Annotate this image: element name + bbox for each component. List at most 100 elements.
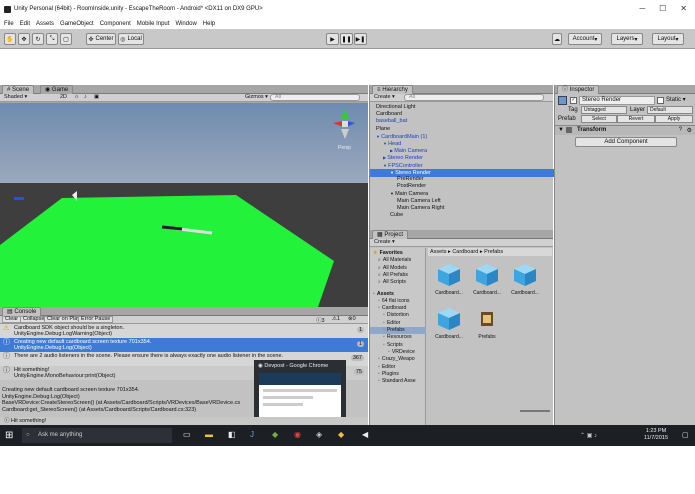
prefab-revert-button[interactable]: Revert bbox=[617, 115, 655, 123]
console-error-pause-button[interactable]: Error Pause bbox=[78, 316, 114, 323]
menu-item-gameobject[interactable]: GameObject bbox=[60, 21, 94, 27]
menu-item-file[interactable]: File bbox=[4, 21, 14, 27]
gizmos-dropdown[interactable]: Gizmos ▾ bbox=[245, 94, 268, 100]
prefab-select-button[interactable]: Select bbox=[581, 115, 617, 123]
project-tree-item[interactable]: ▪ VRDevice bbox=[370, 349, 426, 356]
file-explorer-icon[interactable]: ▬ bbox=[205, 430, 213, 439]
app-icon[interactable]: ◆ bbox=[272, 430, 278, 439]
project-tree-item[interactable]: ▪ Distortion bbox=[370, 312, 426, 319]
tab-scene[interactable]: # Scene bbox=[2, 85, 35, 94]
scene-search-input[interactable]: All bbox=[270, 94, 360, 101]
minimize-button[interactable]: ─ bbox=[639, 4, 645, 13]
console-clear-button[interactable]: Clear bbox=[2, 316, 22, 323]
menu-item-component[interactable]: Component bbox=[100, 21, 131, 27]
prefab-cube-icon[interactable] bbox=[512, 262, 538, 288]
project-tree-item[interactable]: ⌕ All Prefabs bbox=[370, 272, 426, 279]
toggle-2d-button[interactable]: 2D bbox=[60, 94, 67, 100]
project-tree-item[interactable]: ▪ Plugins bbox=[370, 371, 426, 378]
close-button[interactable]: ✕ bbox=[680, 4, 687, 13]
unity-taskbar-icon[interactable]: ◀ bbox=[362, 430, 368, 439]
hierarchy-item[interactable]: Main Camera Right bbox=[370, 205, 554, 212]
menu-item-assets[interactable]: Assets bbox=[36, 21, 54, 27]
project-tree-item[interactable]: ▪ Crazy_Weapo bbox=[370, 356, 426, 363]
clock[interactable]: 1:23 PM 11/7/2015 bbox=[636, 428, 676, 442]
rect-tool-button[interactable]: ▢ bbox=[60, 33, 72, 45]
menu-item-mobile-input[interactable]: Mobile Input bbox=[137, 21, 170, 27]
transform-header[interactable]: ▼ Transform ? ⚙ bbox=[555, 126, 695, 135]
hand-tool-button[interactable]: ✋ bbox=[4, 33, 16, 45]
layer-dropdown[interactable]: Default bbox=[647, 106, 693, 114]
tag-dropdown[interactable]: Untagged bbox=[581, 106, 627, 114]
project-tree-item[interactable]: ▪ Cardboard bbox=[370, 305, 426, 312]
menu-item-help[interactable]: Help bbox=[203, 21, 215, 27]
pause-button[interactable]: ❚❚ bbox=[340, 33, 353, 45]
cortana-search-box[interactable]: ○ Ask me anything bbox=[22, 428, 172, 443]
project-create-dropdown[interactable]: Create ▾ bbox=[374, 239, 395, 245]
static-dropdown[interactable]: Static ▾ bbox=[666, 96, 686, 105]
play-button[interactable]: ▶ bbox=[326, 33, 339, 45]
project-tree-item[interactable]: ⌕ All Scripts bbox=[370, 279, 426, 286]
layout-dropdown[interactable]: Layout ▾ bbox=[652, 33, 684, 45]
project-tree-item[interactable]: ▪ Editor bbox=[370, 320, 426, 327]
hierarchy-item[interactable]: Cube bbox=[370, 212, 554, 219]
app2-icon[interactable]: ◈ bbox=[316, 430, 322, 439]
console-entry[interactable]: ⚠ Cardboard SDK object should be a single… bbox=[0, 324, 368, 338]
effects-toggle-icon[interactable]: ▣ bbox=[94, 94, 99, 100]
project-tree-item[interactable]: ▪ Editor bbox=[370, 364, 426, 371]
app3-icon[interactable]: ◆ bbox=[338, 430, 344, 439]
tab-project[interactable]: ▦ Project bbox=[372, 230, 409, 239]
hierarchy-item[interactable]: baseball_bat bbox=[370, 118, 554, 125]
audio-toggle-icon[interactable]: ♪ bbox=[84, 94, 87, 100]
pivot-local-button[interactable]: ◎ Local bbox=[118, 33, 144, 45]
hierarchy-item[interactable]: Plane bbox=[370, 126, 554, 133]
menu-item-edit[interactable]: Edit bbox=[20, 21, 30, 27]
move-tool-button[interactable]: ✥ bbox=[18, 33, 30, 45]
cloud-icon[interactable]: ☁ bbox=[552, 33, 562, 45]
prefab-cube-icon[interactable] bbox=[474, 262, 500, 288]
add-component-button[interactable]: Add Component bbox=[575, 137, 677, 147]
notifications-icon[interactable]: ▢ bbox=[682, 431, 689, 439]
error-count-badge[interactable]: ⊗0 bbox=[348, 316, 356, 322]
favorites-header[interactable]: ★ Favorites bbox=[370, 250, 426, 257]
system-tray-icons[interactable]: ⌃ ▣ ♪ bbox=[580, 432, 597, 439]
rotate-tool-button[interactable]: ↻ bbox=[32, 33, 44, 45]
active-checkbox[interactable]: ✓ bbox=[570, 97, 577, 104]
maximize-button[interactable]: ☐ bbox=[659, 4, 666, 13]
tab-console[interactable]: ▤ Console bbox=[2, 307, 42, 316]
prefab-cube-icon[interactable] bbox=[436, 306, 462, 332]
windows-start-icon[interactable]: ⊞ bbox=[5, 430, 13, 441]
settings-gear-icon[interactable]: ⚙ bbox=[687, 127, 692, 134]
object-name-field[interactable]: Stereo Render bbox=[579, 96, 655, 105]
hierarchy-item[interactable]: Directional Light bbox=[370, 104, 554, 111]
project-tree-item[interactable]: ▪ Prefabs bbox=[370, 327, 426, 334]
chrome-taskbar-icon[interactable]: ◉ bbox=[294, 430, 301, 439]
tab-game[interactable]: ◉ Game bbox=[40, 85, 74, 94]
hierarchy-item[interactable]: PreRender bbox=[370, 176, 554, 183]
hierarchy-item[interactable]: Main Camera Left bbox=[370, 198, 554, 205]
project-tree-item[interactable]: ▪ Resources bbox=[370, 334, 426, 341]
task-view-icon[interactable]: ▭ bbox=[183, 430, 191, 439]
step-button[interactable]: ▶❚ bbox=[354, 33, 367, 45]
pivot-center-button[interactable]: ✜ Center bbox=[86, 33, 116, 45]
account-dropdown[interactable]: Account ▾ bbox=[568, 33, 602, 45]
project-tree-item[interactable]: ▪ Scripts bbox=[370, 342, 426, 349]
layers-dropdown[interactable]: Layers ▾ bbox=[611, 33, 643, 45]
menu-item-window[interactable]: Window bbox=[175, 21, 196, 27]
scale-tool-button[interactable]: ⤡ bbox=[46, 33, 58, 45]
hierarchy-create-dropdown[interactable]: Create ▾ bbox=[374, 94, 395, 100]
shading-mode-dropdown[interactable]: Shaded ▾ bbox=[4, 94, 27, 100]
info-count-badge[interactable]: ⓘ3 bbox=[316, 316, 325, 324]
hierarchy-item[interactable]: Cardboard bbox=[370, 111, 554, 118]
project-tree-item[interactable]: ⌕ All Materials bbox=[370, 257, 426, 264]
tab-hierarchy[interactable]: ≡ Hierarchy bbox=[372, 85, 413, 94]
visual-studio-icon[interactable]: J bbox=[250, 430, 254, 439]
warn-count-badge[interactable]: ⚠1 bbox=[332, 316, 340, 322]
project-tree-item[interactable]: ▪ 64 flat icons bbox=[370, 298, 426, 305]
project-tree-item[interactable]: ⌕ All Models bbox=[370, 265, 426, 272]
scene-viewport[interactable]: Persp bbox=[0, 103, 368, 307]
prefab-apply-button[interactable]: Apply bbox=[655, 115, 693, 123]
zoom-slider[interactable] bbox=[520, 410, 550, 412]
chrome-taskbar-preview[interactable]: ◉ Devpost - Google Chrome bbox=[254, 360, 346, 424]
console-entry[interactable]: ⓘ Creating new default cardboard screen t… bbox=[0, 338, 368, 352]
prefab-script-icon[interactable] bbox=[474, 306, 500, 332]
